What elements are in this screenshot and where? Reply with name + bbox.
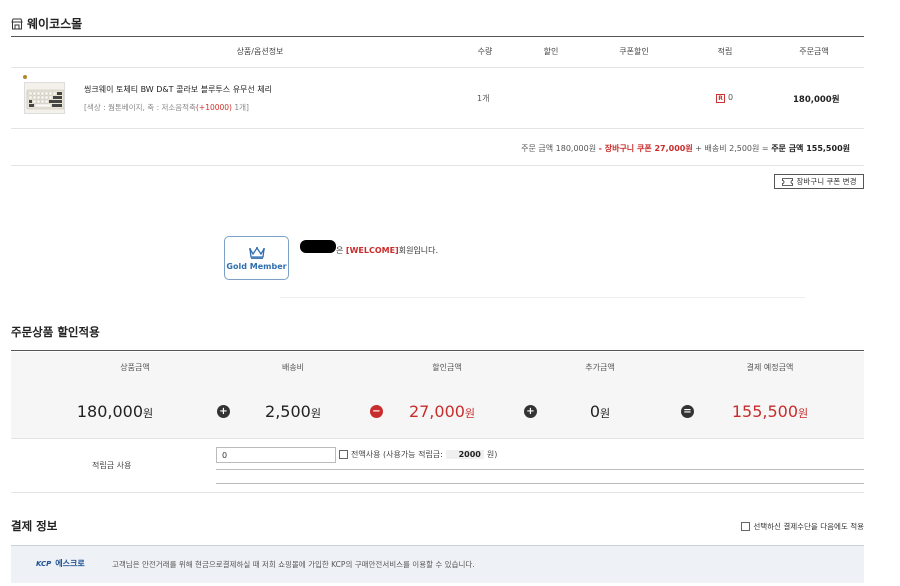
reserve-points-icon: R [716, 94, 725, 103]
use-all-points-label: 전액사용 (사용가능 적립금: [351, 450, 443, 459]
summary-total: 주문 금액 155,500원 [771, 144, 850, 153]
value-expected-payment: 155,500원 [731, 402, 809, 421]
keyboard-image [26, 89, 64, 110]
redacted-username [300, 240, 336, 253]
shop-title-text: 웨이코스몰 [27, 17, 83, 31]
available-points-unit: 원) [486, 450, 498, 459]
crown-icon [248, 246, 265, 259]
use-all-points-checkbox[interactable] [339, 450, 348, 459]
change-cart-coupon-button[interactable]: 장바구니 쿠폰 변경 [774, 174, 864, 189]
remember-payment-method[interactable]: 선택하신 결제수단을 다음에도 적용 [741, 521, 864, 532]
band-divider [11, 438, 864, 439]
header-divider [11, 67, 864, 68]
product-name[interactable]: 씽크웨이 토체티 BW D&T 콜라보 블루투스 유무선 체리 [84, 84, 272, 95]
points-usage-label: 적립금 사용 [92, 461, 132, 470]
member-grade-badge: Gold Member [224, 236, 289, 280]
points-input[interactable] [216, 447, 336, 463]
product-option: [색상 : 웜톤베이지, 축 : 저소음적축(+10000) 1개] [84, 102, 249, 113]
label-discount-amount: 할인금액 [432, 363, 462, 372]
header-coupon-discount: 쿠폰할인 [619, 47, 649, 56]
escrow-description: 고객님은 안전거래를 위해 현금으로결제하실 때 저희 쇼핑몰에 가입한 KCP… [112, 560, 475, 569]
summary-shipping: + 배송비 2,500원 = [695, 144, 769, 153]
change-cart-coupon-label: 장바구니 쿠폰 변경 [796, 177, 857, 186]
value-shipping: 2,500원 [265, 402, 321, 421]
header-quantity: 수량 [477, 47, 493, 56]
kcp-logo: KCP [36, 559, 52, 568]
points-row-line [216, 483, 864, 484]
label-product-amount: 상품금액 [120, 363, 150, 372]
escrow-label: 에스크로 [55, 559, 85, 568]
ticket-icon [781, 177, 793, 186]
item-points: 0 [728, 93, 734, 102]
member-divider [280, 297, 805, 298]
welcome-prefix: 은 [336, 246, 346, 255]
remember-payment-checkbox[interactable] [741, 522, 751, 531]
discount-section-title: 주문상품 할인적용 [11, 325, 100, 339]
payment-section-title: 결제 정보 [11, 519, 58, 533]
member-welcome-text: 은 [WELCOME]회원입니다. [336, 245, 438, 256]
value-extra-amount: 0원 [589, 402, 611, 421]
kcp-escrow-logo: KCP 에스크로 [36, 558, 85, 569]
equals-icon: = [681, 405, 694, 418]
available-points: 2000 [445, 450, 484, 459]
option-suffix: 1개] [231, 103, 249, 112]
plus-icon: + [217, 405, 230, 418]
discount-bottom-rule [11, 492, 864, 493]
welcome-suffix: 회원입니다. [398, 246, 439, 255]
member-grade-label: Gold Member [226, 261, 287, 271]
remember-payment-label: 선택하신 결제수단을 다음에도 적용 [753, 522, 864, 531]
option-prefix: [색상 : 웜톤베이지, 축 : 저소음적축 [84, 103, 196, 112]
header-points: 적립 [717, 47, 733, 56]
table-top-rule [11, 36, 864, 37]
header-order-amount: 주문금액 [799, 47, 829, 56]
points-row-line [216, 469, 864, 470]
option-extra-price: (+10000) [195, 103, 232, 112]
member-grade-tag: [WELCOME] [345, 246, 399, 255]
product-thumbnail[interactable] [24, 82, 65, 114]
summary-coupon: - 장바구니 쿠폰 27,000원 [598, 144, 693, 153]
item-quantity: 1개 [477, 94, 490, 103]
row-divider [11, 128, 864, 129]
label-extra-amount: 추가금액 [585, 363, 615, 372]
discount-top-rule [11, 350, 864, 351]
store-icon [11, 18, 23, 29]
value-discount-amount: 27,000원 [408, 402, 476, 421]
label-expected-payment: 결제 예정금액 [746, 363, 794, 372]
summary-order-amount: 주문 금액 180,000원 [521, 144, 597, 153]
summary-divider [11, 165, 864, 166]
label-shipping: 배송비 [281, 363, 305, 372]
header-discount: 할인 [543, 47, 559, 56]
item-marker [23, 75, 27, 79]
shop-title: 웨이코스몰 [11, 15, 82, 32]
value-product-amount: 180,000원 [76, 402, 154, 421]
header-product: 상품/옵션정보 [236, 47, 284, 56]
item-price: 180,000원 [793, 95, 840, 105]
plus-icon: + [524, 405, 537, 418]
use-all-points[interactable]: 전액사용 (사용가능 적립금: 2000 원) [339, 449, 497, 460]
order-summary: 주문 금액 180,000원 - 장바구니 쿠폰 27,000원 + 배송비 2… [521, 143, 850, 154]
